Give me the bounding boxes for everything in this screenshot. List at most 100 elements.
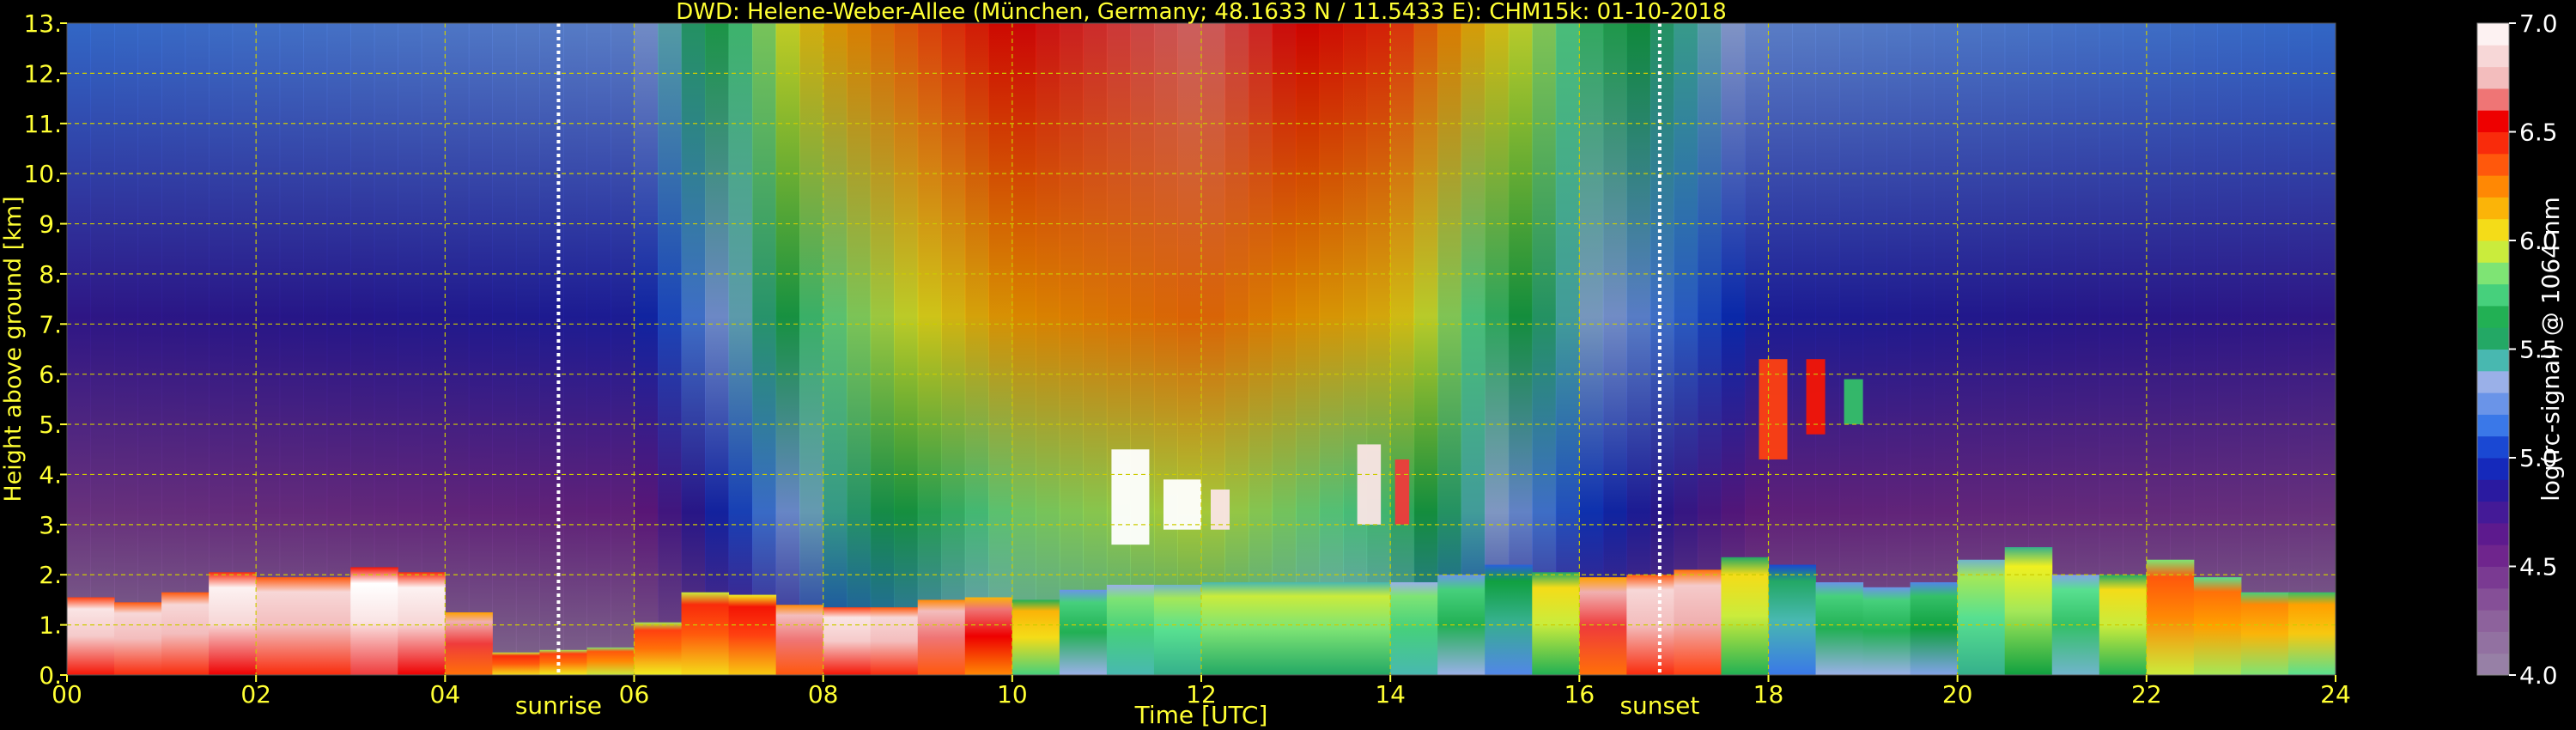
heat-column xyxy=(681,23,706,675)
heat-column xyxy=(468,23,493,675)
heat-column xyxy=(847,23,872,675)
heat-column xyxy=(634,23,659,675)
heat-column xyxy=(799,23,824,675)
y-tick-label: 8. xyxy=(39,260,62,289)
cloud-feature xyxy=(1163,479,1201,530)
colorbar-swatch xyxy=(2477,327,2509,350)
y-tick-label: 0. xyxy=(39,661,62,690)
colorbar-swatch xyxy=(2477,175,2509,198)
colorbar-swatch xyxy=(2477,240,2509,263)
chart-title: DWD: Helene-Weber-Allee (München, German… xyxy=(676,0,1727,25)
colorbar-swatch xyxy=(2477,414,2509,437)
boundary-layer-segment xyxy=(1153,584,1202,675)
y-tick-label: 3. xyxy=(39,511,62,539)
plot-area: sunrise sunset xyxy=(66,22,2336,720)
boundary-layer-segment xyxy=(1815,581,1864,675)
heat-column xyxy=(658,23,683,675)
heat-column xyxy=(586,23,611,675)
heat-column xyxy=(90,23,115,675)
boundary-layer-segment xyxy=(1012,599,1060,675)
heat-column xyxy=(137,23,162,675)
heat-column xyxy=(1296,23,1321,675)
x-tick-label: 04 xyxy=(430,680,461,709)
colorbar-swatch xyxy=(2477,544,2509,567)
colorbar-swatch xyxy=(2477,218,2509,241)
boundary-layer-segment xyxy=(728,594,777,675)
colorbar-swatch xyxy=(2477,262,2509,285)
colorbar-swatch xyxy=(2477,197,2509,220)
colorbar-swatch xyxy=(2477,435,2509,459)
sunrise-label: sunrise xyxy=(515,691,602,720)
heat-column xyxy=(515,23,540,675)
colorbar-swatch xyxy=(2477,23,2509,46)
heat-column xyxy=(2312,23,2336,675)
heat-column xyxy=(1366,23,1391,675)
x-axis-label: Time [UTC] xyxy=(1134,701,1268,729)
colorbar-swatch xyxy=(2477,110,2509,132)
y-tick-label: 4. xyxy=(39,460,62,489)
boundary-layer-segment xyxy=(1201,581,1249,675)
cloud-feature xyxy=(1394,459,1410,525)
heat-column xyxy=(562,23,587,675)
colorbar-swatch xyxy=(2477,566,2509,589)
boundary-layer-segment xyxy=(1532,572,1580,675)
heat-column xyxy=(728,23,753,675)
boundary-layer-segment xyxy=(303,577,351,675)
heat-column xyxy=(1012,23,1036,675)
heat-column xyxy=(610,23,635,675)
boundary-layer-segment xyxy=(1343,581,1391,675)
heat-column xyxy=(775,23,800,675)
heat-column xyxy=(1036,23,1060,675)
heat-column xyxy=(964,23,989,675)
colorbar-swatch xyxy=(2477,349,2509,372)
x-tick-label: 22 xyxy=(2131,680,2162,709)
heat-column xyxy=(492,23,517,675)
heat-column xyxy=(1059,23,1084,675)
boundary-layer-segment xyxy=(114,602,162,675)
x-tick-label: 20 xyxy=(1942,680,1973,709)
boundary-layer-segment xyxy=(1296,581,1344,675)
heat-column xyxy=(1083,23,1108,675)
heat-column xyxy=(2287,23,2312,675)
heat-column xyxy=(988,23,1013,675)
boundary-layer-segment xyxy=(1485,564,1533,675)
cloud-feature xyxy=(1806,359,1826,435)
colorbar-swatch xyxy=(2477,392,2509,415)
colorbar-swatch xyxy=(2477,587,2509,611)
x-tick-label: 18 xyxy=(1753,680,1784,709)
heat-column xyxy=(1390,23,1415,675)
colorbar-swatch xyxy=(2477,653,2509,676)
y-tick-label: 6. xyxy=(39,361,62,389)
y-tick-label: 13. xyxy=(23,9,62,38)
heat-column xyxy=(1249,23,1273,675)
boundary-layer-segment xyxy=(964,597,1013,675)
colorbar-swatch xyxy=(2477,479,2509,502)
boundary-layer-segment xyxy=(1106,584,1155,675)
boundary-layer-segment xyxy=(2146,559,2195,675)
colorbar-swatch xyxy=(2477,305,2509,328)
boundary-layer-segment xyxy=(161,592,210,675)
colorbar-swatch xyxy=(2477,631,2509,654)
y-tick-label: 10. xyxy=(23,160,62,188)
colorbar-tick-label: 4.0 xyxy=(2519,661,2558,690)
heat-column xyxy=(1343,23,1368,675)
y-tick-label: 1. xyxy=(39,611,62,640)
heat-column xyxy=(1910,23,1935,675)
boundary-layer-segment xyxy=(1910,581,1959,675)
heat-column xyxy=(1224,23,1249,675)
boundary-layer-segment xyxy=(67,597,115,675)
heat-column xyxy=(1862,23,1887,675)
boundary-layer-segment xyxy=(1059,589,1108,675)
heat-column xyxy=(823,23,848,675)
colorbar-swatches xyxy=(2477,23,2509,676)
heat-column xyxy=(1319,23,1344,675)
y-tick-label: 5. xyxy=(39,411,62,439)
heat-column xyxy=(67,23,92,675)
heat-column xyxy=(1934,23,1959,675)
heat-column xyxy=(1886,23,1911,675)
y-tick-label: 2. xyxy=(39,561,62,589)
x-tick-label: 08 xyxy=(808,680,839,709)
boundary-layer-segment xyxy=(586,647,635,675)
boundary-layer-segment xyxy=(350,567,398,675)
colorbar-swatch xyxy=(2477,610,2509,632)
